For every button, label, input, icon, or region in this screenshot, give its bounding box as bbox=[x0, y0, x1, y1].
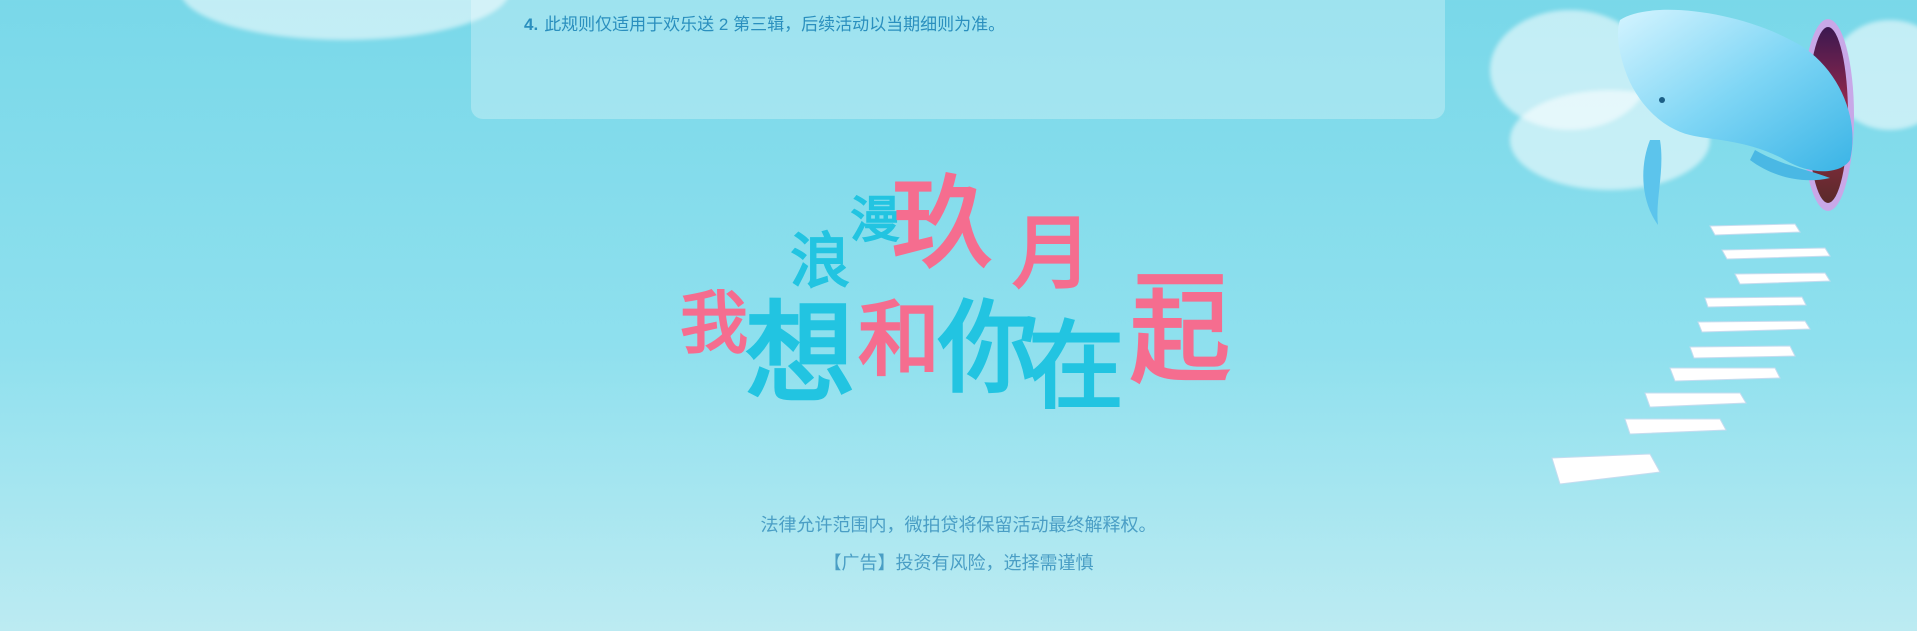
floating-stairs-icon bbox=[1551, 9, 1854, 485]
rule-item-text: 此规则仅适用于欢乐送 2 第三辑，后续活动以当期细则为准。 bbox=[544, 15, 1006, 34]
illustration bbox=[1540, 0, 1917, 520]
headline-char: 我 bbox=[680, 286, 749, 362]
ad-disclaimer: 【广告】投资有风险，选择需谨慎 bbox=[823, 553, 1094, 573]
headline-char: 浪 bbox=[790, 229, 850, 295]
headline-char: 你 bbox=[938, 294, 1038, 405]
headline-char: 起 bbox=[1130, 284, 1230, 395]
page: { "rules": { "item4_number": "4.", "item… bbox=[0, 0, 1917, 631]
headline-char: 月 bbox=[1012, 211, 1092, 299]
rule-item-number: 4. bbox=[524, 15, 539, 34]
headline-char: 和 bbox=[858, 295, 941, 386]
headline: 浪 漫 玖 月 我 想 和 你 在 一 起 bbox=[660, 170, 1260, 430]
cloud-left bbox=[180, 0, 510, 40]
stair-steps bbox=[1551, 223, 1831, 485]
headline-char: 玖 bbox=[892, 169, 992, 280]
headline-char: 想 bbox=[745, 294, 855, 416]
rule-item-4: 4. 此规则仅适用于欢乐送 2 第三辑，后续活动以当期细则为准。 bbox=[524, 10, 1005, 35]
rules-panel: 4. 此规则仅适用于欢乐送 2 第三辑，后续活动以当期细则为准。 bbox=[471, 0, 1445, 119]
headline-char: 在 bbox=[1028, 314, 1124, 421]
